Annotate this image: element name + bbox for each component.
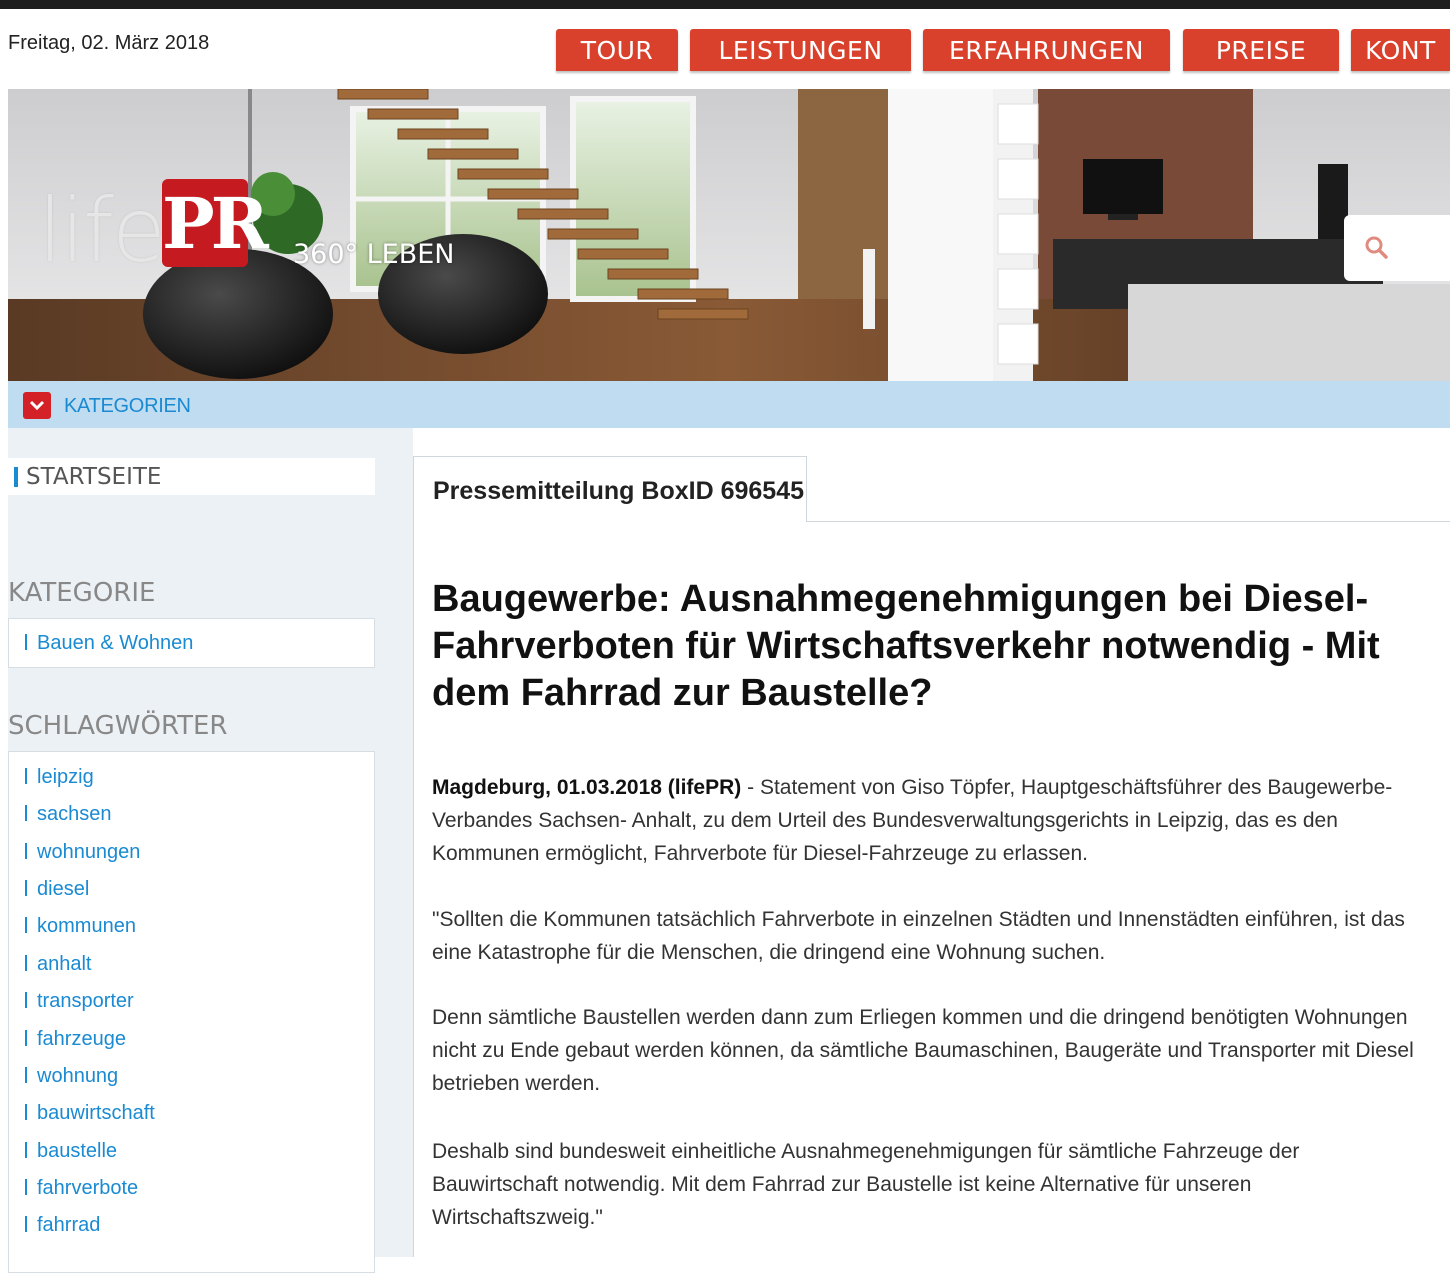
startseite-label: STARTSEITE (26, 464, 162, 490)
tab-pressemitteilung[interactable]: Pressemitteilung BoxID 696545 (413, 456, 807, 522)
chevron-down-icon[interactable] (23, 392, 51, 419)
search-icon (1365, 236, 1388, 259)
article-dateline: Magdeburg, 01.03.2018 (lifePR) (432, 776, 742, 799)
kategorie-link[interactable]: Bauen & Wohnen (25, 632, 193, 655)
logo-tagline: 360° LEBEN (293, 239, 455, 270)
article-paragraph: Denn sämtliche Baustellen werden dann zu… (432, 1006, 1414, 1095)
tag-link[interactable]: fahrverbote (25, 1177, 138, 1200)
nav-kontakt[interactable]: KONT (1351, 29, 1450, 71)
tag-link[interactable]: fahrrad (25, 1214, 100, 1237)
tag-link[interactable]: diesel (25, 878, 89, 901)
nav-erfahrungen[interactable]: ERFAHRUNGEN (923, 29, 1170, 71)
tag-link[interactable]: bauwirtschaft (25, 1102, 155, 1125)
top-border (0, 0, 1450, 9)
tag-link[interactable]: anhalt (25, 953, 92, 976)
sidebar: STARTSEITE KATEGORIE Bauen & Wohnen SCHL… (8, 428, 413, 1273)
tab-divider (807, 521, 1450, 522)
accent-bar (14, 467, 18, 487)
categories-toggle[interactable]: KATEGORIEN (64, 395, 191, 418)
tag-label: bauwirtschaft (37, 1102, 155, 1124)
tags-box: leipzig sachsen wohnungen diesel kommune… (8, 751, 375, 1273)
tag-label: wohnung (37, 1065, 119, 1087)
tag-link[interactable]: leipzig (25, 766, 94, 789)
tag-link[interactable]: transporter (25, 990, 134, 1013)
article-headline: Baugewerbe: Ausnahmegenehmigungen bei Di… (432, 578, 1380, 714)
nav-tour[interactable]: TOUR (556, 29, 678, 71)
tag-link[interactable]: wohnungen (25, 841, 140, 864)
tag-label: wohnungen (37, 841, 141, 863)
nav-leistungen[interactable]: LEISTUNGEN (690, 29, 911, 71)
tag-label: sachsen (37, 803, 112, 825)
nav-preise[interactable]: PREISE (1183, 29, 1339, 71)
logo-life-text: life (38, 179, 166, 282)
tag-label: transporter (37, 990, 134, 1012)
search-button[interactable] (1344, 215, 1450, 281)
tag-link[interactable]: wohnung (25, 1065, 118, 1088)
schlagwoerter-title: SCHLAGWÖRTER (8, 711, 228, 741)
tag-label: kommunen (37, 915, 136, 937)
article-lead: Magdeburg, 01.03.2018 (lifePR) - Stateme… (432, 771, 1422, 870)
tag-label: diesel (37, 878, 90, 900)
main-nav: TOUR LEISTUNGEN ERFAHRUNGEN PREISE KONT (0, 29, 1450, 73)
kategorie-title: KATEGORIE (8, 578, 156, 608)
tag-link[interactable]: sachsen (25, 803, 112, 826)
sidebar-startseite[interactable]: STARTSEITE (8, 458, 375, 495)
tag-label: fahrverbote (37, 1177, 139, 1199)
kategorie-box: Bauen & Wohnen (8, 618, 375, 668)
tag-link[interactable]: baustelle (25, 1140, 117, 1163)
kategorie-link-label: Bauen & Wohnen (37, 632, 194, 654)
tag-link[interactable]: fahrzeuge (25, 1028, 126, 1051)
tag-label: anhalt (37, 953, 92, 975)
hero-banner: life PR 360° LEBEN (8, 89, 1450, 381)
tag-label: baustelle (37, 1140, 118, 1162)
tag-label: fahrrad (37, 1214, 101, 1236)
tag-label: leipzig (37, 766, 94, 788)
article-paragraph: Deshalb sind bundesweit einheitliche Aus… (432, 1140, 1300, 1229)
tag-label: fahrzeuge (37, 1028, 126, 1050)
tab-label: Pressemitteilung BoxID 696545 (433, 477, 804, 505)
logo-pr-badge: PR (162, 179, 269, 267)
article-paragraph: "Sollten die Kommunen tatsächlich Fahrve… (432, 908, 1405, 964)
tag-link[interactable]: kommunen (25, 915, 136, 938)
category-bar: KATEGORIEN (8, 381, 1450, 428)
